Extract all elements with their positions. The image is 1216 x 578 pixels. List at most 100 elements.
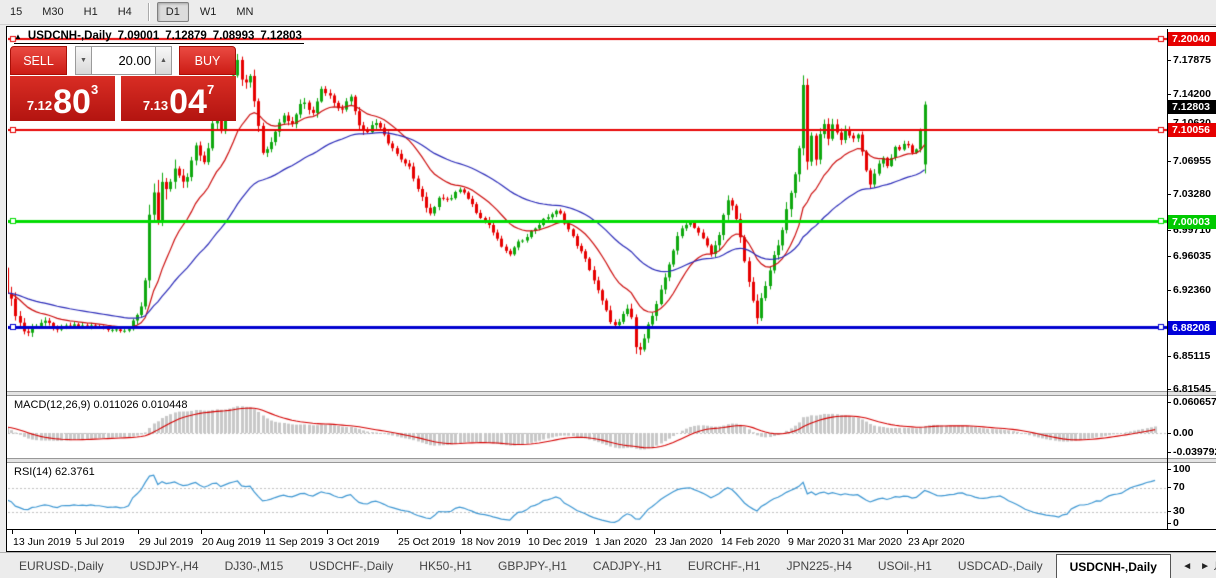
price-axis-label: 6.92360 <box>1173 284 1211 296</box>
sell-price-panel[interactable]: 7.12 80 3 <box>10 76 115 121</box>
macd-axis-label: -0.039792 <box>1173 446 1216 458</box>
date-axis-tick <box>201 530 202 534</box>
chart-tab-eurchf-h1[interactable]: EURCHF-,H1 <box>675 553 774 578</box>
chart-tab-gbpjpy-h1[interactable]: GBPJPY-,H1 <box>485 553 580 578</box>
date-axis-label: 14 Feb 2020 <box>721 536 780 548</box>
chart-tab-jpn225-h4[interactable]: JPN225-,H4 <box>774 553 865 578</box>
price-axis-tick <box>1167 60 1171 61</box>
volume-decrease-button[interactable]: ▼ <box>75 46 92 75</box>
price-axis-tick <box>1167 161 1171 162</box>
date-axis-tick <box>842 530 843 534</box>
date-axis-tick <box>75 530 76 534</box>
date-axis-tick <box>264 530 265 534</box>
date-axis-tick <box>327 530 328 534</box>
chart-tab-usdchf-daily[interactable]: USDCHF-,Daily <box>296 553 406 578</box>
chart-tab-hk50-h1[interactable]: HK50-,H1 <box>406 553 485 578</box>
date-axis-label: 11 Sep 2019 <box>265 536 324 548</box>
price-axis-badge-green: 7.00003 <box>1168 215 1216 229</box>
price-axis-tick <box>1167 256 1171 257</box>
date-axis-label: 23 Apr 2020 <box>908 536 965 548</box>
volume-input[interactable] <box>92 46 155 75</box>
ohlc-close: 7.12803 <box>260 30 302 42</box>
collapse-marker-icon[interactable]: ▲ <box>14 32 22 41</box>
rsi-axis-label: 30 <box>1173 505 1185 517</box>
date-axis-label: 25 Oct 2019 <box>398 536 456 548</box>
price-axis-badge-blue: 6.88208 <box>1168 321 1216 335</box>
timeframe-button-d1[interactable]: D1 <box>156 2 189 22</box>
tab-scroll-buttons: ◄ ► <box>1178 553 1214 578</box>
chart-tab-bar: EURUSD-,Daily USDJPY-,H4 DJ30-,M15 USDCHF-,… <box>0 552 1216 578</box>
date-axis-label: 10 Dec 2019 <box>528 536 588 548</box>
macd-axis-tick <box>1167 402 1171 403</box>
buy-button[interactable]: BUY <box>179 46 236 75</box>
rsi-axis-tick <box>1167 511 1171 512</box>
date-axis-tick <box>594 530 595 534</box>
date-axis-label: 20 Aug 2019 <box>202 536 261 548</box>
tab-scroll-left-icon[interactable]: ◄ <box>1182 561 1192 572</box>
date-axis-tick <box>787 530 788 534</box>
buy-price-major: 7.13 <box>142 98 169 113</box>
rsi-label: RSI(14) 62.3761 <box>14 466 95 478</box>
price-axis-label: 7.14200 <box>1173 88 1211 100</box>
macd-axis-tick <box>1167 452 1171 453</box>
date-axis-label: 9 Mar 2020 <box>788 536 842 548</box>
macd-values: 0.011026 0.010448 <box>93 399 188 411</box>
timeframe-button-w1[interactable]: W1 <box>191 2 226 22</box>
price-axis-label: 7.03280 <box>1173 188 1211 200</box>
price-axis-tick <box>1167 356 1171 357</box>
rsi-pane-canvas[interactable] <box>8 463 1167 529</box>
buy-price-point: 7 <box>206 82 215 97</box>
rsi-axis-tick <box>1167 523 1171 524</box>
date-axis-tick <box>138 530 139 534</box>
chart-tab-usdjpy-h4[interactable]: USDJPY-,H4 <box>117 553 212 578</box>
tab-scroll-right-icon[interactable]: ► <box>1200 561 1210 572</box>
macd-axis-tick <box>1167 433 1171 434</box>
date-axis-tick <box>907 530 908 534</box>
price-axis-label: 6.85115 <box>1173 350 1211 362</box>
price-axis-tick <box>1167 230 1171 231</box>
date-axis-tick <box>654 530 655 534</box>
buy-price-pips: 04 <box>169 83 207 121</box>
date-axis-label: 5 Jul 2019 <box>76 536 125 548</box>
ohlc-low: 7.08993 <box>212 30 255 42</box>
chart-tab-dj30-m15[interactable]: DJ30-,M15 <box>212 553 297 578</box>
price-axis-badge-red: 7.20040 <box>1168 32 1216 46</box>
date-axis-label: 1 Jan 2020 <box>595 536 647 548</box>
ohlc-high: 7.12879 <box>165 30 207 42</box>
macd-axis-label: 0.00 <box>1173 427 1194 439</box>
chart-tab-cadjpy-h1[interactable]: CADJPY-,H1 <box>580 553 675 578</box>
sell-button[interactable]: SELL <box>10 46 67 75</box>
chart-tab-usdcad-daily[interactable]: USDCAD-,Daily <box>945 553 1056 578</box>
timeframe-button-h1[interactable]: H1 <box>75 2 107 22</box>
sell-price-point: 3 <box>90 82 99 97</box>
buy-price-panel[interactable]: 7.13 04 7 <box>121 76 236 121</box>
price-axis-label: 6.81545 <box>1173 383 1211 395</box>
chart-tab-eurusd-daily[interactable]: EURUSD-,Daily <box>6 553 117 578</box>
macd-label: MACD(12,26,9) 0.011026 0.010448 <box>14 399 188 411</box>
chart-ohlc-info: ▲ USDCNH-,Daily 7.09001 7.12879 7.08993 … <box>14 30 304 44</box>
date-axis-label: 13 Jun 2019 <box>13 536 71 548</box>
timeframe-toolbar: 15 M30 H1 H4 D1 W1 MN <box>0 0 1216 25</box>
date-axis-tick <box>527 530 528 534</box>
price-axis-tick <box>1167 389 1171 390</box>
price-axis-label: 7.17875 <box>1173 54 1211 66</box>
chart-tab-usdcnh-daily[interactable]: USDCNH-,Daily <box>1055 554 1171 578</box>
volume-increase-button[interactable]: ▲ <box>155 46 172 75</box>
rsi-axis-label: 100 <box>1173 463 1191 475</box>
macd-axis-label: 0.060657 <box>1173 396 1216 408</box>
price-axis-tick <box>1167 94 1171 95</box>
timeframe-button-15[interactable]: 15 <box>1 2 31 22</box>
price-axis-tick <box>1167 290 1171 291</box>
sell-price-pips: 80 <box>53 83 91 121</box>
timeframe-button-m30[interactable]: M30 <box>33 2 72 22</box>
chart-tab-usoil-h1[interactable]: USOil-,H1 <box>865 553 945 578</box>
date-axis-tick <box>397 530 398 534</box>
date-axis-label: 31 Mar 2020 <box>843 536 902 548</box>
date-axis[interactable]: 13 Jun 2019 5 Jul 2019 29 Jul 2019 20 Aug 2… <box>7 529 1216 551</box>
timeframe-button-h4[interactable]: H4 <box>109 2 141 22</box>
timeframe-button-mn[interactable]: MN <box>227 2 262 22</box>
sell-price-major: 7.12 <box>26 98 53 113</box>
mt4-terminal: 15 M30 H1 H4 D1 W1 MN ▲ USDCNH-,Daily 7.09001 … <box>0 0 1216 578</box>
price-axis-badge-black: 7.12803 <box>1168 100 1216 114</box>
one-click-trading-widget: SELL ▼ ▲ BUY 7.12 80 3 7.13 04 7 <box>10 46 236 121</box>
